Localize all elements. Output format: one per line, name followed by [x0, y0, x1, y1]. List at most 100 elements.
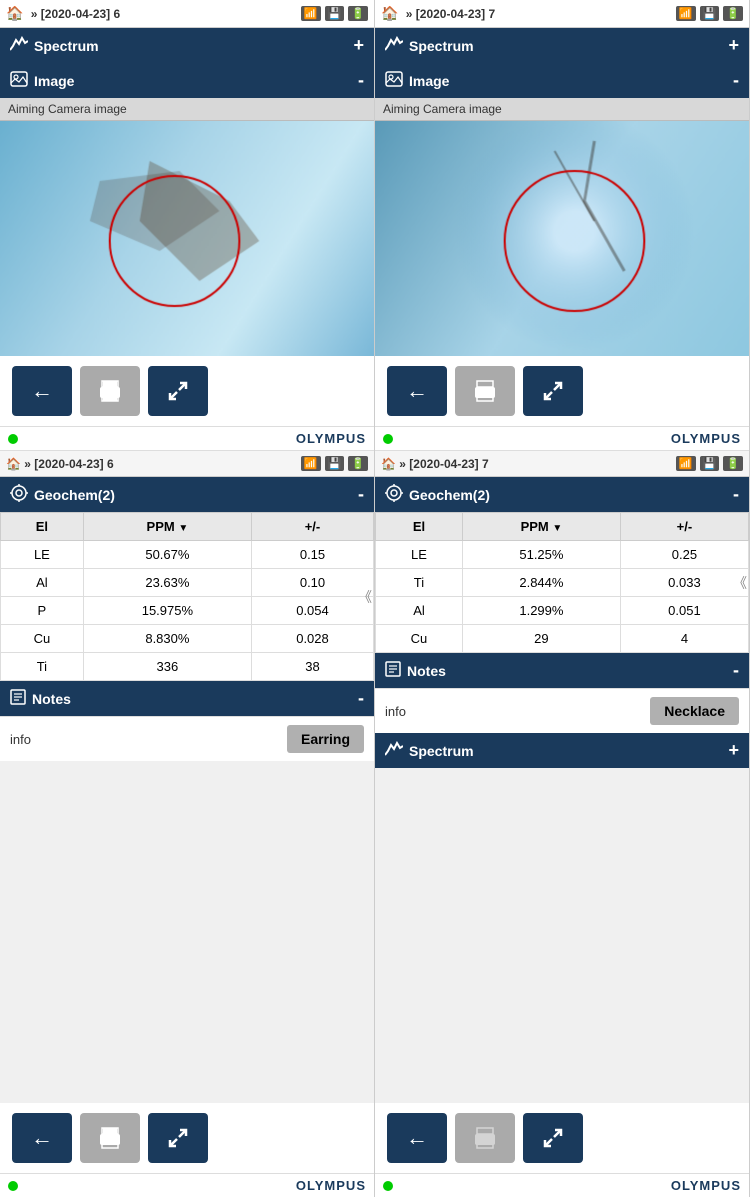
left-bottom-expand-button[interactable] — [148, 1113, 208, 1163]
table-row: Cu8.830%0.028 — [1, 625, 374, 653]
right-bottom-spectrum-icon — [385, 741, 403, 760]
right-notes-value[interactable]: Necklace — [650, 697, 739, 725]
right-panel: 🏠 » [2020-04-23] 7 📶 💾 🔋 Spectrum + — [375, 0, 750, 1197]
right-olympus-bar: OLYMPUS — [375, 426, 749, 451]
table-cell: 8.830% — [83, 625, 251, 653]
right-notes-collapse[interactable]: - — [733, 660, 739, 681]
right-home-icon: 🏠 — [381, 5, 398, 22]
right-geochem-label: Geochem(2) — [409, 487, 490, 503]
right-image-icon — [385, 71, 403, 90]
left-col-pm: +/- — [252, 513, 374, 541]
right-sd-icon2: 💾 — [700, 456, 720, 471]
left-print-button[interactable] — [80, 366, 140, 416]
right-notes-info: info — [385, 704, 406, 719]
left-geochem-collapse[interactable]: - — [358, 484, 364, 505]
right-bottom-buttons: ← — [375, 1103, 749, 1173]
left-notes-collapse[interactable]: - — [358, 688, 364, 709]
right-status-bar: 🏠 » [2020-04-23] 7 📶 💾 🔋 — [375, 0, 749, 28]
right-action-buttons: ← — [375, 356, 749, 426]
left-spectrum-collapse[interactable]: + — [353, 35, 364, 56]
table-cell: 0.15 — [252, 541, 374, 569]
left-footer-olympus: OLYMPUS — [296, 1178, 366, 1193]
left-geochem-header[interactable]: Geochem(2) - — [0, 477, 374, 512]
table-row: Cu294 — [376, 625, 749, 653]
battery-icon2: 🔋 — [348, 456, 368, 471]
right-breadcrumb: [2020-04-23] 7 — [416, 7, 676, 21]
home-icon: 🏠 — [6, 5, 23, 22]
table-cell: 15.975% — [83, 597, 251, 625]
right-battery-icon2: 🔋 — [723, 456, 743, 471]
right-spectrum-collapse[interactable]: + — [728, 35, 739, 56]
left-footer-dot — [8, 1181, 18, 1191]
right-col-el: El — [376, 513, 463, 541]
right-battery-icon: 🔋 — [723, 6, 743, 21]
left-back-button[interactable]: ← — [12, 366, 72, 416]
table-cell: 0.033 — [620, 569, 748, 597]
table-cell: 1.299% — [462, 597, 620, 625]
table-cell: 0.028 — [252, 625, 374, 653]
left-olympus-text: OLYMPUS — [296, 431, 366, 446]
right-image-collapse[interactable]: - — [733, 70, 739, 91]
right-wifi-icon: 📶 — [676, 6, 696, 21]
table-cell: Cu — [1, 625, 84, 653]
table-cell: 4 — [620, 625, 748, 653]
right-notes-content: info Necklace — [375, 688, 749, 733]
right-notes-header[interactable]: Notes - — [375, 653, 749, 688]
right-expand-button[interactable] — [523, 366, 583, 416]
right-col-pm: +/- — [620, 513, 748, 541]
left-spectrum-label: Spectrum — [34, 38, 99, 54]
left-notes-label: Notes — [32, 691, 71, 707]
right-print-button[interactable] — [455, 366, 515, 416]
left-geochem-icon — [10, 484, 28, 505]
left-image-collapse[interactable]: - — [358, 70, 364, 91]
left-data-table: El PPM ▼ +/- LE50.67%0.15Al23.63%0.10P15… — [0, 512, 374, 681]
sd-icon: 💾 — [325, 6, 345, 21]
left-home-icon2: 🏠 — [6, 457, 21, 471]
left-camera-label: Aiming Camera image — [0, 98, 374, 121]
left-notes-header[interactable]: Notes - — [0, 681, 374, 716]
right-status-bar2: 🏠 » [2020-04-23] 7 📶 💾 🔋 — [375, 451, 749, 477]
table-cell: Ti — [1, 653, 84, 681]
right-image-header[interactable]: Image - — [375, 63, 749, 98]
table-cell: 38 — [252, 653, 374, 681]
right-sd-icon: 💾 — [700, 6, 720, 21]
left-breadcrumb2: [2020-04-23] 6 — [34, 457, 113, 471]
left-image-header[interactable]: Image - — [0, 63, 374, 98]
left-spacer — [0, 761, 374, 1103]
right-bottom-back-button[interactable]: ← — [387, 1113, 447, 1163]
right-back-button[interactable]: ← — [387, 366, 447, 416]
right-bottom-expand-button[interactable] — [523, 1113, 583, 1163]
left-bottom-back-button[interactable]: ← — [12, 1113, 72, 1163]
table-cell: 2.844% — [462, 569, 620, 597]
left-image-label: Image — [34, 73, 74, 89]
right-footer-olympus: OLYMPUS — [671, 1178, 741, 1193]
left-notes-content: info Earring — [0, 716, 374, 761]
table-row: Al1.299%0.051 — [376, 597, 749, 625]
left-notes-value[interactable]: Earring — [287, 725, 364, 753]
right-geochem-icon — [385, 484, 403, 505]
left-bottom-print-button[interactable] — [80, 1113, 140, 1163]
right-spectrum-header[interactable]: Spectrum + — [375, 28, 749, 63]
left-panel: 🏠 » [2020-04-23] 6 📶 💾 🔋 Spectrum + — [0, 0, 375, 1197]
left-olympus-bar: OLYMPUS — [0, 426, 374, 451]
left-breadcrumb-arrow: » — [27, 7, 40, 21]
right-geochem-header[interactable]: Geochem(2) - — [375, 477, 749, 512]
left-status-bar2: 🏠 » [2020-04-23] 6 📶 💾 🔋 — [0, 451, 374, 477]
right-col-ppm[interactable]: PPM ▼ — [462, 513, 620, 541]
right-spectrum-icon — [385, 36, 403, 55]
table-cell: Al — [1, 569, 84, 597]
table-cell: 0.10 — [252, 569, 374, 597]
table-cell: Al — [376, 597, 463, 625]
right-bottom-spectrum-collapse[interactable]: + — [728, 740, 739, 761]
left-expand-button[interactable] — [148, 366, 208, 416]
table-cell: LE — [1, 541, 84, 569]
left-geochem-label: Geochem(2) — [34, 487, 115, 503]
right-geochem-collapse[interactable]: - — [733, 484, 739, 505]
right-data-table: El PPM ▼ +/- LE51.25%0.25Ti2.844%0.033Al… — [375, 512, 749, 653]
left-col-ppm[interactable]: PPM ▼ — [83, 513, 251, 541]
wifi-icon2: 📶 — [301, 456, 321, 471]
left-status-bar: 🏠 » [2020-04-23] 6 📶 💾 🔋 — [0, 0, 374, 28]
right-olympus-text: OLYMPUS — [671, 431, 741, 446]
left-spectrum-header[interactable]: Spectrum + — [0, 28, 374, 63]
right-bottom-spectrum-header[interactable]: Spectrum + — [375, 733, 749, 768]
